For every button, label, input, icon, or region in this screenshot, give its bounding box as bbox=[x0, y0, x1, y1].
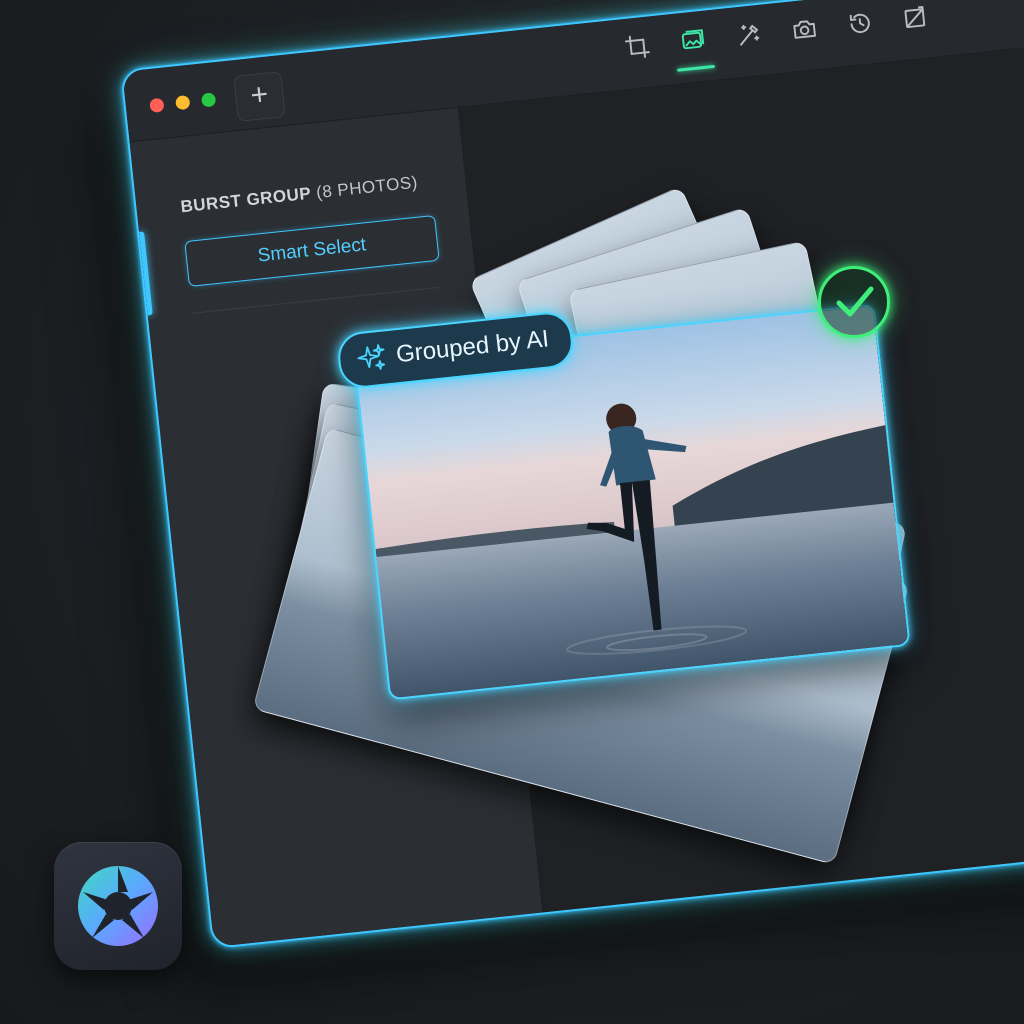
adjust-tool-button[interactable] bbox=[899, 1, 932, 34]
crop-icon bbox=[624, 35, 650, 58]
crop-tool-button[interactable] bbox=[621, 30, 654, 63]
magic-wand-icon bbox=[740, 24, 760, 46]
selected-check-badge[interactable] bbox=[818, 266, 890, 338]
gallery-icon bbox=[681, 29, 705, 50]
close-window-button[interactable] bbox=[149, 97, 165, 114]
history-icon bbox=[849, 13, 870, 33]
gallery-tool-button[interactable] bbox=[677, 24, 710, 57]
sidebar-divider bbox=[191, 286, 441, 314]
stage: + BURST GROUP (8 PHOTOS) Smart Select Gr… bbox=[0, 0, 1024, 1024]
smart-select-button[interactable]: Smart Select bbox=[184, 214, 440, 287]
minimize-window-button[interactable] bbox=[175, 94, 191, 111]
sparkle-icon bbox=[357, 344, 386, 370]
app-icon[interactable] bbox=[54, 842, 182, 970]
adjust-icon bbox=[904, 6, 926, 29]
sidebar-active-indicator bbox=[139, 231, 153, 316]
burst-group-count: (8 PHOTOS) bbox=[315, 172, 419, 203]
camera-icon bbox=[793, 20, 816, 39]
camera-tool-button[interactable] bbox=[788, 13, 821, 46]
checkmark-icon bbox=[836, 286, 874, 317]
burst-group-title: BURST GROUP (8 PHOTOS) bbox=[180, 173, 419, 218]
toolbar bbox=[621, 1, 932, 63]
burst-group-label: BURST GROUP bbox=[179, 183, 313, 217]
aperture-icon bbox=[78, 866, 158, 946]
history-tool-button[interactable] bbox=[844, 7, 877, 40]
add-button[interactable]: + bbox=[233, 71, 286, 122]
magic-wand-tool-button[interactable] bbox=[732, 19, 765, 52]
grouped-by-ai-label: Grouped by AI bbox=[394, 325, 551, 369]
zoom-window-button[interactable] bbox=[200, 92, 217, 108]
